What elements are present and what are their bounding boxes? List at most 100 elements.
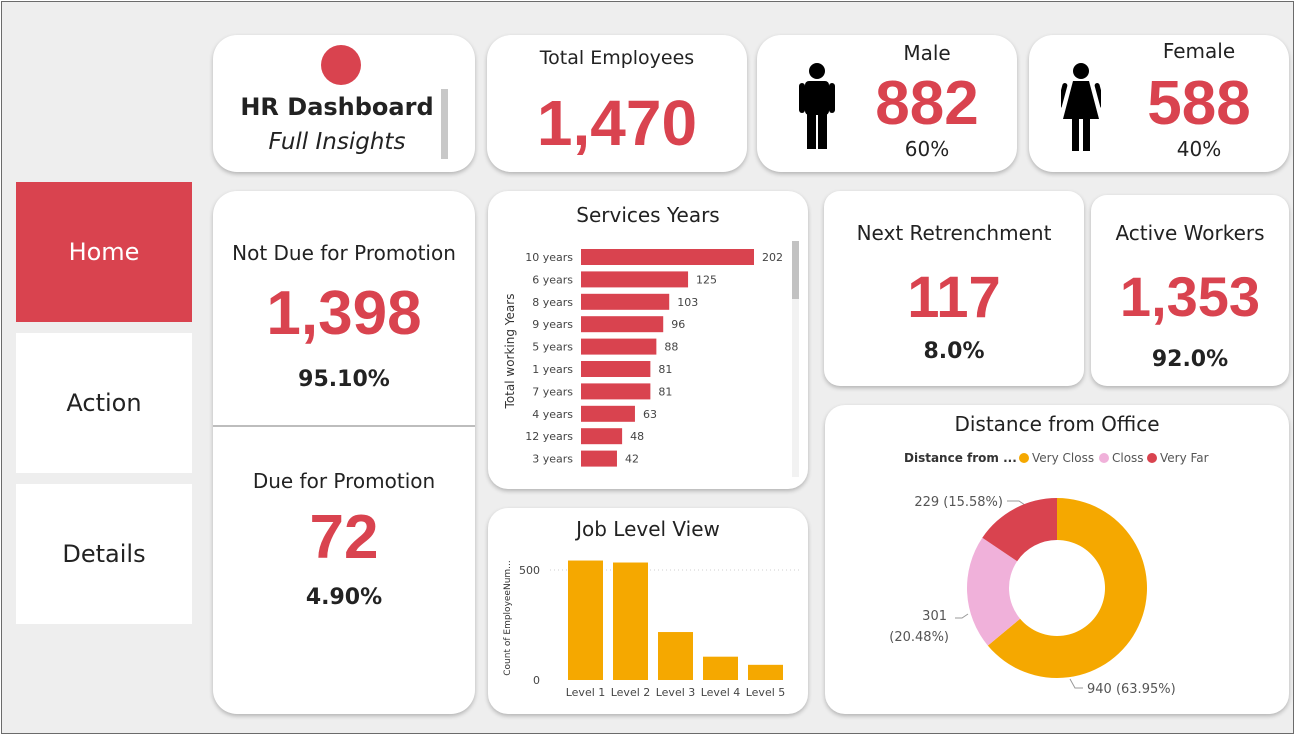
job-level-ytick: 0 xyxy=(533,674,540,687)
male-pct: 60% xyxy=(904,137,950,161)
services-years-ylabel: Total working Years xyxy=(503,294,517,410)
services-category-label: 4 years xyxy=(532,408,573,421)
nav-home-label: Home xyxy=(68,238,140,266)
dashboard-frame: Home Action Details HR Dashboard Full In… xyxy=(1,1,1294,734)
distance-legend-title: Distance from ... xyxy=(904,451,1017,465)
active-workers-value: 1,353 xyxy=(1119,265,1261,328)
services-data-label: 202 xyxy=(762,251,783,264)
not-due-pct: 95.10% xyxy=(298,367,390,392)
dashboard-title: HR Dashboard xyxy=(240,93,434,121)
legend-very-closs-label[interactable]: Very Closs xyxy=(1032,451,1094,465)
female-label: Female xyxy=(1162,39,1236,63)
title-divider xyxy=(441,89,448,159)
services-bar[interactable] xyxy=(581,316,664,333)
job-level-bar[interactable] xyxy=(568,560,603,680)
services-data-label: 48 xyxy=(630,430,644,443)
female-pct: 40% xyxy=(1176,137,1222,161)
services-bar[interactable] xyxy=(581,361,651,377)
promotion-divider xyxy=(213,425,475,427)
data-label-very-far: 229 (15.58%) xyxy=(914,495,1003,510)
nav-action-label: Action xyxy=(66,389,142,417)
services-scrollbar-thumb[interactable] xyxy=(792,241,799,299)
retrenchment-pct: 8.0% xyxy=(923,339,985,364)
female-value: 588 xyxy=(1147,69,1251,138)
not-due-label: Not Due for Promotion xyxy=(232,241,456,265)
data-label-closs-pct: (20.48%) xyxy=(889,630,949,645)
nav-action-button[interactable]: Action xyxy=(16,333,192,473)
dashboard-subtitle: Full Insights xyxy=(268,129,406,155)
distance-chart: Distance from ... Very Closs Closs Very … xyxy=(889,451,1209,697)
job-level-category-label: Level 3 xyxy=(656,686,696,699)
due-label: Due for Promotion xyxy=(252,469,436,493)
job-level-bar[interactable] xyxy=(703,656,738,680)
services-data-label: 81 xyxy=(658,385,672,398)
nav-details-button[interactable]: Details xyxy=(16,484,192,624)
job-level-bar[interactable] xyxy=(613,562,648,680)
services-category-label: 9 years xyxy=(532,318,573,331)
services-bar[interactable] xyxy=(581,293,670,310)
retrenchment-card: Next Retrenchment 117 8.0% xyxy=(824,191,1084,386)
services-bar[interactable] xyxy=(581,450,617,467)
services-category-label: 12 years xyxy=(525,430,573,443)
red-circle-logo-icon xyxy=(321,45,361,85)
data-label-closs-value: 301 xyxy=(922,609,947,624)
job-level-category-label: Level 5 xyxy=(746,686,786,699)
job-level-bar[interactable] xyxy=(658,632,693,680)
services-category-label: 5 years xyxy=(532,341,573,354)
male-label: Male xyxy=(903,41,951,65)
services-bar[interactable] xyxy=(581,428,623,445)
retrenchment-label: Next Retrenchment xyxy=(856,221,1052,245)
total-employees-label: Total Employees xyxy=(539,47,695,69)
leader-line-very-far xyxy=(1007,500,1026,506)
services-data-label: 42 xyxy=(625,453,639,466)
legend-very-far-marker xyxy=(1147,453,1157,463)
services-bar[interactable] xyxy=(581,338,657,355)
services-category-label: 10 years xyxy=(525,251,573,264)
services-category-label: 8 years xyxy=(532,296,573,309)
services-category-label: 3 years xyxy=(532,453,573,466)
legend-very-far-label[interactable]: Very Far xyxy=(1160,451,1209,465)
services-category-label: 1 years xyxy=(532,363,573,376)
services-years-chart: Total working Years 10 years 202 6 years 12… xyxy=(503,241,799,477)
active-workers-label: Active Workers xyxy=(1115,221,1265,245)
legend-very-closs-marker xyxy=(1019,453,1029,463)
job-level-category-label: Level 4 xyxy=(701,686,741,699)
job-level-category-label: Level 1 xyxy=(566,686,606,699)
male-person-icon xyxy=(799,63,835,149)
services-data-label: 88 xyxy=(664,341,678,354)
male-card: Male 882 60% xyxy=(757,35,1017,172)
services-data-label: 81 xyxy=(658,363,672,376)
job-level-ytick: 500 xyxy=(519,564,540,577)
female-person-icon xyxy=(1061,63,1101,151)
services-bar[interactable] xyxy=(581,271,689,288)
services-bar[interactable] xyxy=(581,405,635,422)
active-workers-card: Active Workers 1,353 92.0% xyxy=(1091,195,1289,386)
legend-closs-marker xyxy=(1099,453,1109,463)
services-bar[interactable] xyxy=(581,383,651,400)
services-data-label: 96 xyxy=(671,318,685,331)
due-value: 72 xyxy=(309,503,379,572)
job-level-bar[interactable] xyxy=(748,664,783,680)
legend-closs-label[interactable]: Closs xyxy=(1112,451,1144,465)
leader-line-very-closs xyxy=(1069,678,1083,689)
distance-card: Distance from Office Distance from ... V… xyxy=(825,405,1289,714)
title-card: HR Dashboard Full Insights xyxy=(213,35,475,172)
total-employees-value: 1,470 xyxy=(536,87,698,159)
job-level-chart: Count of EmployeeNum... 500 0 Level 1 Level… xyxy=(503,560,800,699)
promotion-card: Not Due for Promotion 1,398 95.10% Due f… xyxy=(213,191,475,714)
services-data-label: 125 xyxy=(696,273,717,286)
nav-home-button[interactable]: Home xyxy=(16,182,192,322)
job-level-card: Job Level View Count of EmployeeNum... 5… xyxy=(488,508,808,714)
total-employees-card: Total Employees 1,470 xyxy=(487,35,747,172)
retrenchment-value: 117 xyxy=(907,265,1001,330)
services-bar[interactable] xyxy=(581,249,754,265)
data-label-very-closs: 940 (63.95%) xyxy=(1087,682,1176,697)
services-category-label: 7 years xyxy=(532,385,573,398)
active-workers-pct: 92.0% xyxy=(1151,347,1229,372)
services-data-label: 63 xyxy=(643,408,657,421)
services-category-label: 6 years xyxy=(532,273,573,286)
female-card: Female 588 40% xyxy=(1029,35,1289,172)
nav-details-label: Details xyxy=(62,540,146,568)
due-pct: 4.90% xyxy=(305,585,383,610)
leader-line-closs xyxy=(955,613,969,619)
